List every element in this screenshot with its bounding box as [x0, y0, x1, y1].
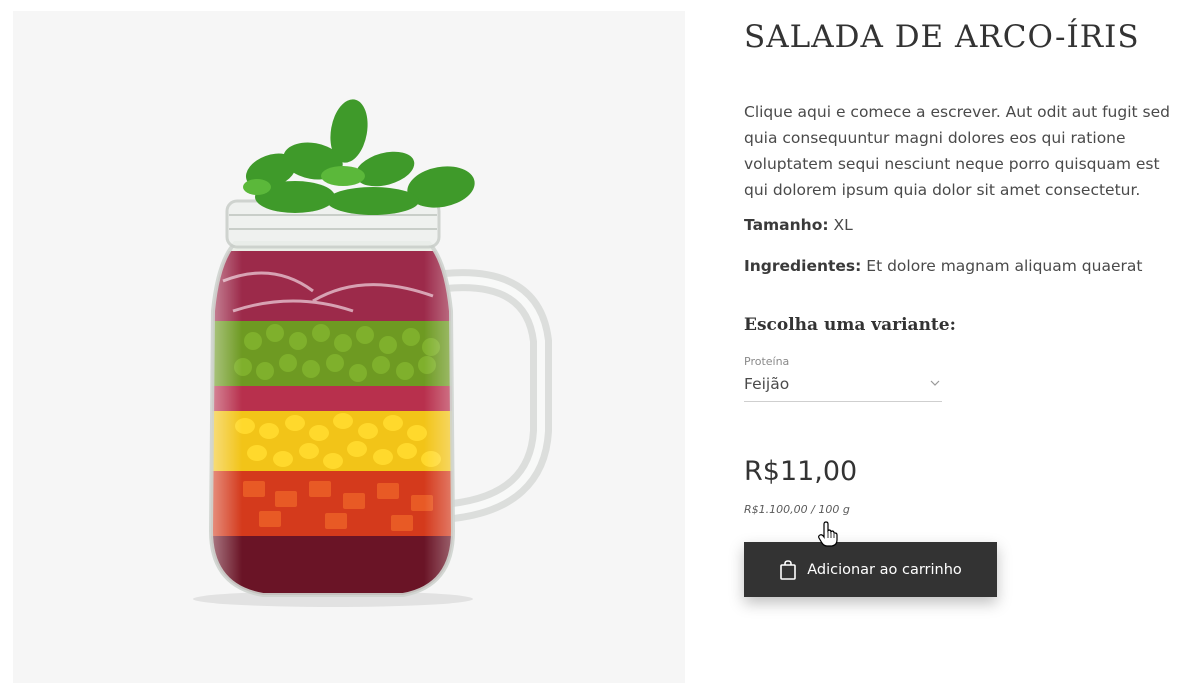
size-label: Tamanho:	[744, 216, 829, 234]
ingredients-spec: Ingredientes: Et dolore magnam aliquam q…	[744, 257, 1142, 275]
add-to-cart-label: Adicionar ao carrinho	[807, 561, 962, 578]
unit-price: R$1.100,00 / 100 g	[744, 503, 850, 516]
protein-select-label: Proteína	[744, 355, 790, 368]
product-image	[13, 11, 685, 683]
ingredients-value: Et dolore magnam aliquam quaerat	[866, 257, 1143, 275]
add-to-cart-button[interactable]: Adicionar ao carrinho	[744, 542, 997, 597]
product-price: R$11,00	[744, 456, 858, 487]
protein-select[interactable]: Feijão	[744, 370, 942, 402]
protein-select-value: Feijão	[744, 375, 790, 393]
chevron-down-icon	[930, 380, 940, 386]
shopping-bag-icon	[780, 559, 797, 580]
product-description: Clique aqui e comece a escrever. Aut odi…	[744, 103, 1170, 199]
variant-heading: Escolha uma variante:	[744, 315, 956, 335]
size-value: XL	[833, 216, 853, 234]
ingredients-label: Ingredientes:	[744, 257, 862, 275]
product-title: SALADA DE ARCO-ÍRIS	[744, 19, 1140, 55]
size-spec: Tamanho: XL	[744, 216, 853, 234]
salad-jar-image	[193, 99, 552, 607]
